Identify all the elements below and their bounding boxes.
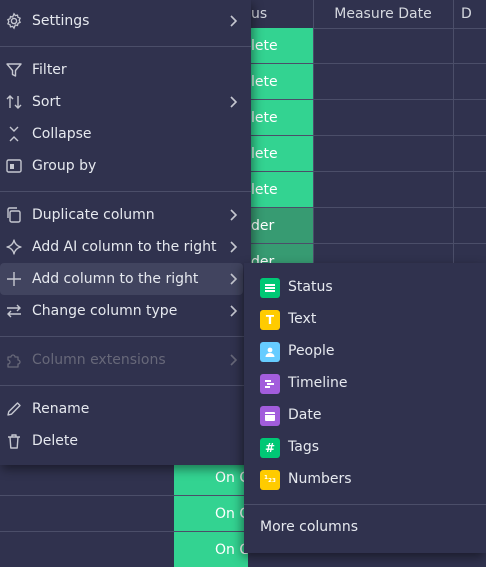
menu-item-add-column-right[interactable]: Add column to the right — [0, 263, 243, 295]
submenu-item-label: Text — [288, 311, 317, 327]
menu-item-group-by[interactable]: Group by — [0, 150, 243, 182]
collapse-icon — [9, 126, 19, 142]
column-type-submenu: Status T Text People Timeline Date # Tag… — [244, 263, 486, 553]
status-cell[interactable]: On C — [174, 532, 248, 567]
menu-item-change-column-type[interactable]: Change column type — [0, 295, 243, 327]
menu-item-delete[interactable]: Delete — [0, 425, 243, 457]
trash-icon — [8, 434, 20, 449]
submenu-item-timeline[interactable]: Timeline — [244, 367, 486, 399]
menu-item-collapse[interactable]: Collapse — [0, 118, 243, 150]
column-header-measure-date-label: Measure Date — [334, 6, 432, 22]
menu-item-label: Group by — [32, 158, 97, 174]
submenu-item-people[interactable]: People — [244, 335, 486, 367]
menu-item-label: Column extensions — [32, 352, 166, 368]
menu-item-label: Delete — [32, 433, 78, 449]
chevron-right-icon — [230, 241, 238, 253]
menu-item-label: Settings — [32, 13, 90, 29]
menu-divider — [0, 385, 251, 386]
group-by-icon — [6, 159, 22, 173]
column-header-next-label: D — [461, 6, 472, 22]
ai-sparkle-icon — [6, 239, 22, 255]
menu-item-duplicate-column[interactable]: Duplicate column — [0, 199, 243, 231]
status-cell-label: lete — [251, 37, 278, 54]
submenu-item-label: Tags — [288, 439, 319, 455]
more-columns-link[interactable]: More columns — [260, 519, 358, 535]
submenu-item-numbers[interactable]: ¹₂₃ Numbers — [244, 463, 486, 495]
submenu-item-label: Numbers — [288, 471, 352, 487]
menu-item-label: Add AI column to the right — [32, 239, 217, 255]
sort-icon — [6, 95, 22, 109]
date-icon — [260, 406, 280, 426]
submenu-item-label: Date — [288, 407, 322, 423]
column-header-status-label: us — [251, 6, 268, 22]
column-context-menu: Settings Filter Sort Collapse Group by D… — [0, 0, 251, 465]
chevron-right-icon — [230, 96, 238, 108]
chevron-right-icon — [230, 273, 238, 285]
menu-divider — [0, 191, 251, 192]
submenu-item-label: Status — [288, 279, 333, 295]
submenu-item-label: Timeline — [288, 375, 348, 391]
submenu-item-status[interactable]: Status — [244, 271, 486, 303]
status-cell[interactable]: On C — [174, 460, 248, 495]
menu-item-label: Change column type — [32, 303, 178, 319]
column-header-status[interactable]: us — [251, 0, 313, 29]
people-icon — [260, 342, 280, 362]
pencil-icon — [7, 402, 21, 416]
puzzle-icon — [7, 354, 21, 368]
menu-item-rename[interactable]: Rename — [0, 393, 243, 425]
status-cell-label: lete — [251, 73, 278, 90]
column-header-measure-date[interactable]: Measure Date — [313, 0, 453, 29]
status-cell-label: lete — [251, 181, 278, 198]
column-header-next[interactable]: D — [453, 0, 486, 29]
menu-item-column-extensions: Column extensions — [0, 344, 243, 376]
submenu-item-tags[interactable]: # Tags — [244, 431, 486, 463]
filter-icon — [6, 63, 22, 77]
menu-item-label: Rename — [32, 401, 90, 417]
timeline-icon — [260, 374, 280, 394]
menu-item-label: Filter — [32, 62, 67, 78]
menu-divider — [0, 46, 251, 47]
submenu-item-date[interactable]: Date — [244, 399, 486, 431]
submenu-item-text[interactable]: T Text — [244, 303, 486, 335]
status-cell-label: lete — [251, 109, 278, 126]
menu-divider — [0, 336, 251, 337]
menu-item-sort[interactable]: Sort — [0, 86, 243, 118]
plus-icon — [7, 272, 21, 286]
menu-item-label: Duplicate column — [32, 207, 155, 223]
menu-item-label: Add column to the right — [32, 271, 199, 287]
menu-item-settings[interactable]: Settings — [0, 5, 243, 37]
menu-item-label: Collapse — [32, 126, 92, 142]
status-cell-label: lete — [251, 145, 278, 162]
tags-icon: # — [260, 438, 280, 458]
duplicate-icon — [7, 207, 21, 223]
status-icon — [260, 278, 280, 298]
menu-item-label: Sort — [32, 94, 61, 110]
swap-arrows-icon — [7, 304, 21, 318]
chevron-right-icon — [230, 209, 238, 221]
text-icon: T — [260, 310, 280, 330]
status-cell[interactable]: On C — [174, 496, 248, 531]
numbers-icon: ¹₂₃ — [260, 470, 280, 490]
chevron-right-icon — [230, 305, 238, 317]
status-cell-label: der — [251, 217, 275, 234]
menu-item-filter[interactable]: Filter — [0, 54, 243, 86]
submenu-divider — [244, 504, 486, 505]
menu-item-add-ai-column[interactable]: Add AI column to the right — [0, 231, 243, 263]
submenu-item-label: People — [288, 343, 335, 359]
chevron-right-icon — [230, 15, 238, 27]
gear-icon — [7, 12, 21, 30]
chevron-right-icon — [230, 354, 238, 366]
